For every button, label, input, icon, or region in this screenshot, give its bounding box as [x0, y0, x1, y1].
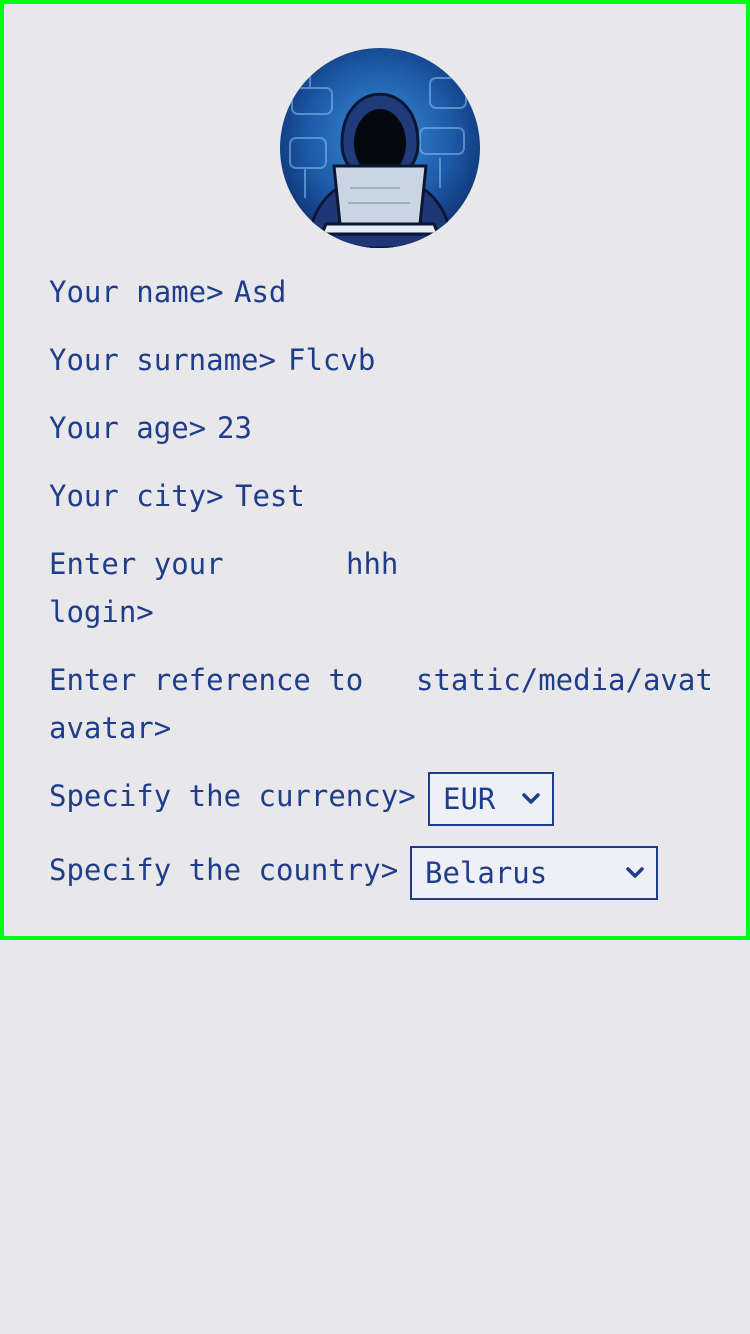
- avatar-ref-row-2: avatar>: [49, 704, 171, 752]
- profile-panel: Your name> Asd Your surname> Flcvb Your …: [0, 0, 750, 940]
- country-select[interactable]: Belarus: [410, 846, 658, 900]
- name-row: Your name>: [49, 268, 224, 316]
- country-row: Specify the country>: [49, 846, 398, 894]
- avatar-ref-label-line2: avatar>: [49, 711, 172, 745]
- login-row-2: login>: [49, 588, 154, 636]
- chevron-down-icon: [626, 867, 644, 878]
- city-label: Your city>: [49, 479, 224, 513]
- chevron-down-icon: [522, 793, 540, 804]
- surname-value[interactable]: Flcvb: [288, 336, 375, 384]
- avatar-ref-row: Enter reference to: [49, 656, 363, 704]
- name-value[interactable]: Asd: [234, 268, 286, 316]
- age-value[interactable]: 23: [217, 404, 252, 452]
- age-row: Your age>: [49, 404, 206, 452]
- country-label: Specify the country>: [49, 853, 399, 887]
- age-label: Your age>: [49, 411, 207, 445]
- avatar-ref-label-line1: Enter reference to: [49, 663, 364, 697]
- avatar: [280, 48, 480, 248]
- city-row: Your city>: [49, 472, 224, 520]
- currency-selected: EUR: [443, 782, 496, 816]
- surname-row: Your surname>: [49, 336, 276, 384]
- login-label-line2: login>: [49, 595, 154, 629]
- city-value[interactable]: Test: [235, 472, 305, 520]
- login-value[interactable]: hhh: [346, 540, 398, 588]
- currency-row: Specify the currency>: [49, 772, 416, 820]
- login-label-line1: Enter your: [49, 547, 224, 581]
- country-selected: Belarus: [425, 856, 548, 890]
- login-row: Enter your: [49, 540, 224, 588]
- currency-label: Specify the currency>: [49, 779, 416, 813]
- hooded-hacker-avatar-icon: [280, 48, 480, 248]
- surname-label: Your surname>: [49, 343, 276, 377]
- avatar-ref-value[interactable]: static/media/avat: [416, 656, 716, 704]
- name-label: Your name>: [49, 275, 224, 309]
- currency-select[interactable]: EUR: [428, 772, 554, 826]
